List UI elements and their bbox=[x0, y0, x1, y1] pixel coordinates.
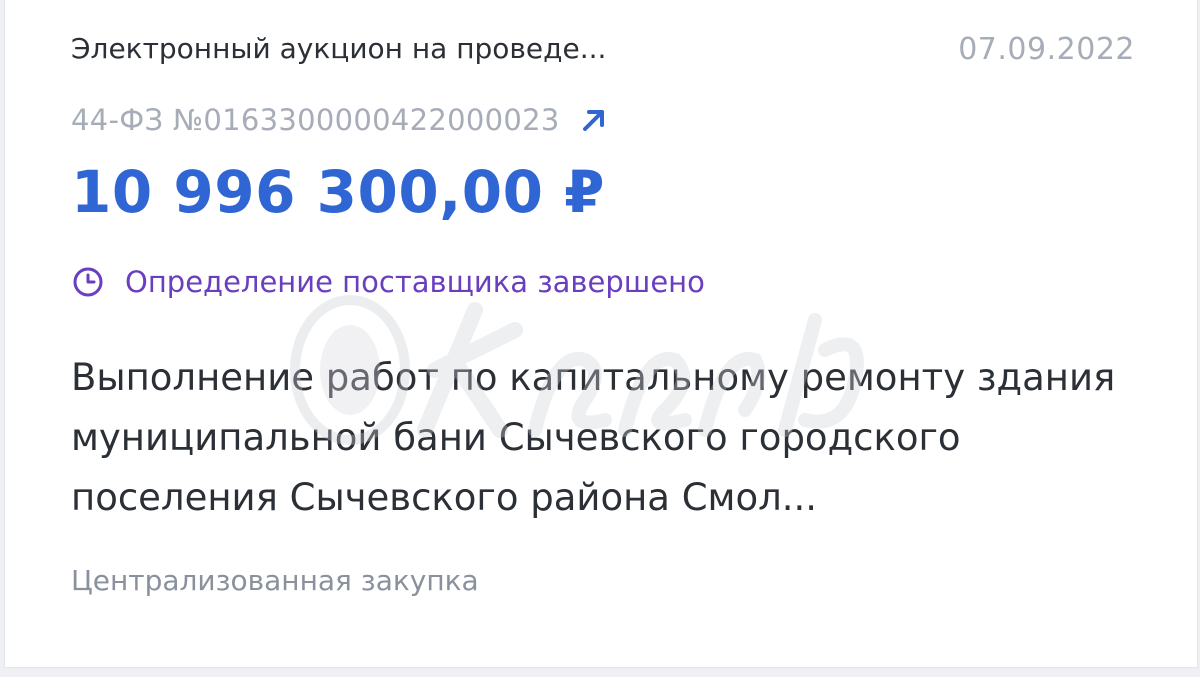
registry-row: 44-ФЗ №0163300000422000023 bbox=[71, 100, 610, 140]
registry-number[interactable]: 44-ФЗ №0163300000422000023 bbox=[71, 103, 560, 137]
publish-date: 07.09.2022 bbox=[958, 32, 1135, 67]
procedure-type: Электронный аукцион на проведе... bbox=[71, 32, 607, 65]
purchase-kind: Централизованная закупка bbox=[71, 564, 479, 597]
purchase-subject[interactable]: Выполнение работ по капитальному ремонту… bbox=[71, 348, 1141, 528]
status-label: Определение поставщика завершено bbox=[125, 265, 705, 299]
status-row: Определение поставщика завершено bbox=[71, 262, 705, 302]
clock-icon bbox=[71, 265, 105, 299]
tender-card[interactable]: Электронный аукцион на проведе... 07.09.… bbox=[4, 0, 1198, 668]
arrow-up-right-icon[interactable] bbox=[578, 104, 610, 136]
card-header: Электронный аукцион на проведе... 07.09.… bbox=[71, 30, 1135, 70]
contract-price: 10 996 300,00 ₽ bbox=[71, 158, 606, 226]
